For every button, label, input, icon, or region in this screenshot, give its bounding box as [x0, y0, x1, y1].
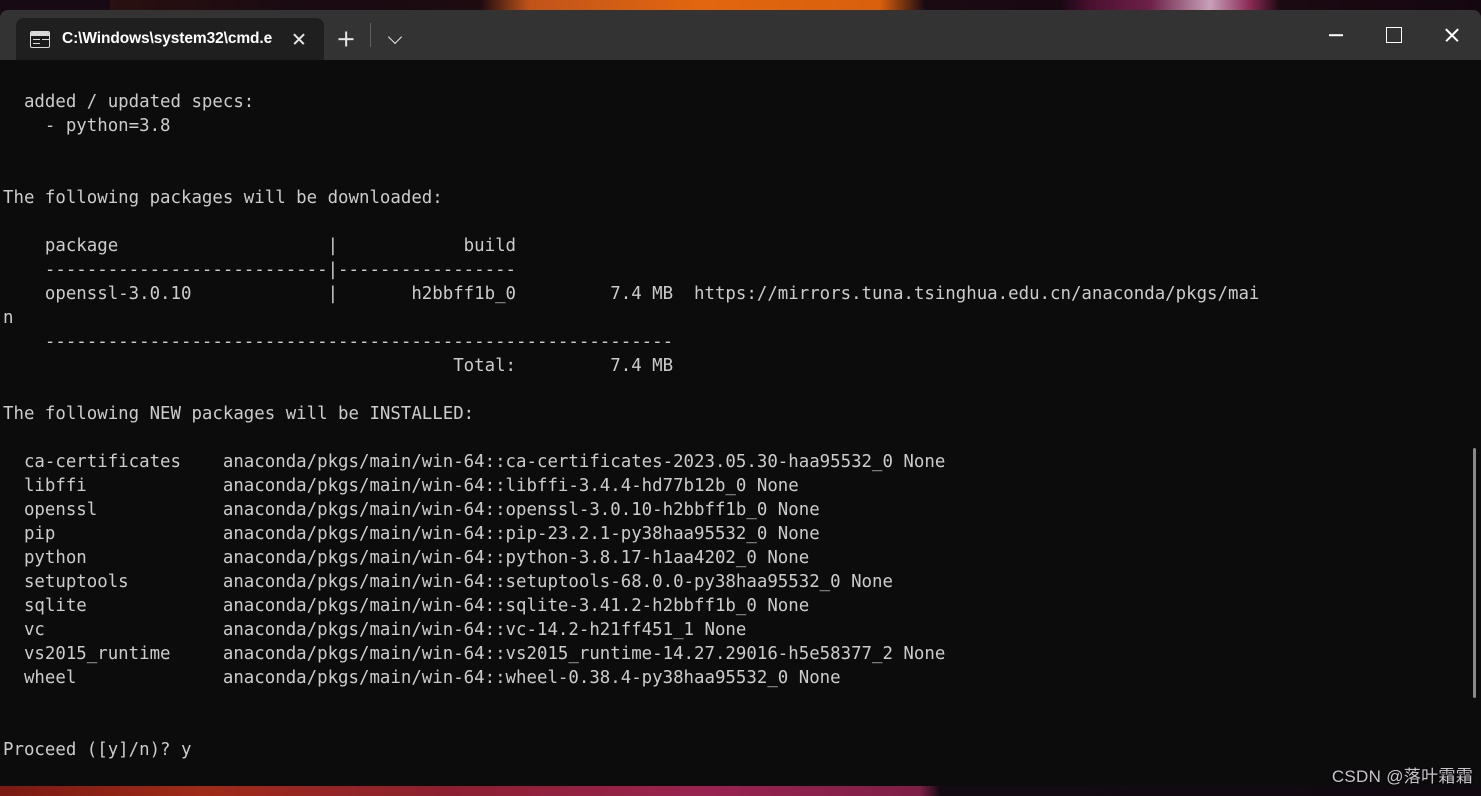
minimize-button[interactable] [1307, 10, 1365, 60]
close-window-button[interactable] [1423, 10, 1481, 60]
scrollbar-thumb[interactable] [1473, 448, 1476, 698]
terminal-scrollbar[interactable] [1467, 60, 1481, 786]
maximize-button[interactable] [1365, 10, 1423, 60]
new-tab-button[interactable] [324, 18, 368, 60]
chevron-down-icon[interactable] [373, 18, 417, 60]
console-icon [30, 30, 50, 48]
tab-title: C:\Windows\system32\cmd.e [62, 30, 273, 47]
tab-strip: C:\Windows\system32\cmd.e [0, 10, 417, 60]
console-output: added / updated specs: - python=3.8 The … [3, 92, 1260, 760]
csdn-watermark: CSDN @落叶霜霜 [1331, 767, 1473, 786]
close-tab-icon[interactable] [284, 24, 314, 54]
title-bar[interactable]: C:\Windows\system32\cmd.e [0, 10, 1481, 60]
terminal-window: C:\Windows\system32\cmd.e added / update… [0, 10, 1481, 786]
terminal-body[interactable]: added / updated specs: - python=3.8 The … [0, 60, 1481, 786]
wallpaper-bottom-strip-2 [0, 786, 1481, 796]
tab-strip-divider [370, 23, 372, 47]
tab-cmd[interactable]: C:\Windows\system32\cmd.e [16, 18, 325, 60]
window-controls [1307, 10, 1481, 60]
